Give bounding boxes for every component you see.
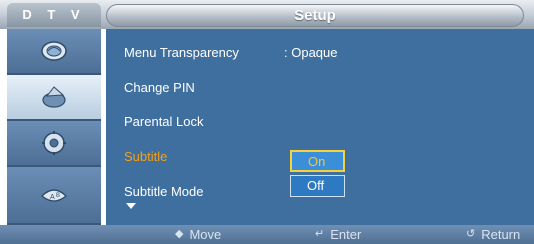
return-icon: ↺ [466,228,476,240]
category-sidebar: A B [7,29,101,225]
subtitle-dropdown: On Off [290,150,345,200]
header-bar: D T V Setup [0,0,534,29]
input-icon: A B [41,189,67,202]
hint-enter: ↵ Enter [315,225,361,244]
menu-item-menu-transparency[interactable]: Menu Transparency [124,45,239,60]
enter-icon: ↵ [315,228,325,240]
svg-text:A: A [50,194,55,201]
hint-return: ↺ Return [466,225,520,244]
sound-icon [42,86,66,108]
setup-menu-panel: Menu Transparency : Opaque Change PIN Pa… [106,29,534,225]
hint-move-label: Move [189,227,222,242]
sidebar-item-input[interactable]: A B [7,167,101,225]
setup-gear-icon [42,131,66,155]
hint-enter-label: Enter [330,227,362,242]
page-title: Setup [294,7,336,24]
menu-item-change-pin[interactable]: Change PIN [124,80,195,95]
source-label: D T V [7,3,101,27]
dropdown-option-off[interactable]: Off [290,175,345,197]
svg-text:B: B [56,193,60,199]
sidebar-item-sound[interactable] [7,75,101,121]
scroll-down-arrow-icon[interactable] [126,203,136,209]
menu-item-subtitle[interactable]: Subtitle [124,149,167,164]
sidebar-item-setup[interactable] [7,121,101,167]
dropdown-option-on[interactable]: On [290,150,345,172]
picture-icon [41,41,67,61]
hint-move: ◆ Move [175,225,221,244]
menu-item-subtitle-mode[interactable]: Subtitle Mode [124,184,204,199]
menu-item-parental-lock[interactable]: Parental Lock [124,114,204,129]
osd-screen: D T V Setup A B Menu Transparency: Opaq… [0,0,534,244]
title-bar: Setup [106,4,524,27]
move-arrows-icon: ◆ [175,228,184,240]
menu-transparency-value: : Opaque [284,45,338,60]
footer-hints: ◆ Move ↵ Enter ↺ Return [0,225,534,244]
sidebar-item-picture[interactable] [7,29,101,75]
hint-return-label: Return [481,227,521,242]
